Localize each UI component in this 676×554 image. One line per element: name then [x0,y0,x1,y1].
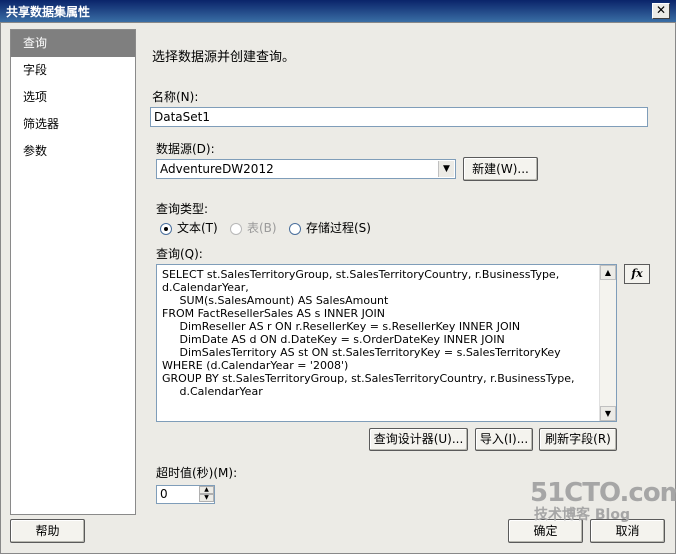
stepper-down-icon[interactable]: ▼ [199,494,214,502]
stepper-arrows[interactable]: ▲ ▼ [199,486,214,503]
timeout-label: 超时值(秒)(M): [156,466,238,480]
radio-icon [289,222,301,235]
query-label: 查询(Q): [156,247,203,261]
datasource-label: 数据源(D): [156,142,215,156]
close-icon[interactable]: ✕ [652,3,670,19]
expression-fx-button[interactable]: fx [624,264,650,284]
radio-selected-icon [160,222,172,235]
radio-text-label: 文本(T) [177,221,218,235]
name-input[interactable]: DataSet1 [150,107,648,127]
stepper-up-icon[interactable]: ▲ [199,486,214,494]
title-bar: 共享数据集属性 ✕ [0,0,676,22]
query-designer-button[interactable]: 查询设计器(U)... [369,428,468,451]
query-textarea[interactable]: SELECT st.SalesTerritoryGroup, st.SalesT… [156,264,617,422]
query-type-label: 查询类型: [156,202,209,216]
timeout-stepper[interactable]: 0 ▲ ▼ [156,485,215,504]
radio-text[interactable]: 文本(T) [160,219,218,236]
nav-item-query[interactable]: 查询 [11,30,135,57]
sidebar-nav: 查询 字段 选项 筛选器 参数 [10,29,136,515]
import-button[interactable]: 导入(I)... [475,428,533,451]
radio-table-label: 表(B) [247,221,277,235]
help-button[interactable]: 帮助 [10,519,85,543]
nav-item-filters[interactable]: 筛选器 [11,111,135,138]
datasource-select[interactable]: AdventureDW2012 ▼ [156,159,456,179]
radio-stored-procedure[interactable]: 存储过程(S) [289,219,371,236]
refresh-fields-button[interactable]: 刷新字段(R) [539,428,617,451]
page-heading: 选择数据源并创建查询。 [152,50,296,65]
chevron-down-icon[interactable]: ▼ [438,161,454,177]
datasource-value: AdventureDW2012 [160,162,274,176]
watermark: 51CTO.com 技术博客 Blog [530,478,676,524]
window-title: 共享数据集属性 [6,5,91,19]
nav-item-fields[interactable]: 字段 [11,57,135,84]
scroll-down-icon[interactable]: ▼ [600,406,616,421]
new-datasource-button[interactable]: 新建(W)... [463,157,538,181]
nav-item-options[interactable]: 选项 [11,84,135,111]
radio-table: 表(B) [230,219,277,236]
radio-stored-procedure-label: 存储过程(S) [306,221,371,235]
scroll-up-icon[interactable]: ▲ [600,265,616,280]
timeout-value[interactable]: 0 [160,487,168,501]
nav-item-parameters[interactable]: 参数 [11,138,135,165]
query-text[interactable]: SELECT st.SalesTerritoryGroup, st.SalesT… [162,268,596,398]
name-label: 名称(N): [152,90,199,104]
query-scrollbar[interactable]: ▲ ▼ [599,265,616,421]
radio-icon [230,222,242,235]
